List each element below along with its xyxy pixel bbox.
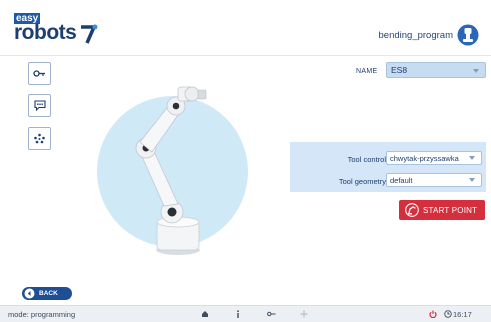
arrow-left-icon: [24, 288, 35, 299]
start-point-label: START POINT: [423, 205, 478, 215]
chat-icon: [33, 100, 46, 111]
back-label: BACK: [39, 290, 58, 297]
chevron-down-icon: [469, 156, 475, 160]
robot-arm-image: [135, 86, 207, 255]
key-tool-button[interactable]: [28, 62, 51, 85]
dots-tool-button[interactable]: [28, 127, 51, 150]
start-point-button[interactable]: START POINT: [399, 200, 485, 220]
logo-robots-text: robots: [14, 21, 77, 44]
plus-icon[interactable]: [299, 309, 309, 319]
info-icon[interactable]: [233, 309, 243, 319]
tool-control-value: chwytak-przyssawka: [390, 154, 459, 163]
tool-geometry-value: default: [390, 176, 413, 185]
name-select[interactable]: ES8: [386, 62, 486, 78]
robot-avatar-icon[interactable]: [457, 24, 479, 46]
power-icon[interactable]: [428, 309, 438, 319]
robot-arm-icon: [405, 203, 419, 217]
program-name: bending_program: [378, 30, 453, 41]
easy-robots-logo: easy robots: [14, 13, 104, 53]
mode-status: mode: programming: [8, 310, 76, 319]
name-label: NAME: [356, 68, 378, 75]
tool-geometry-select[interactable]: default: [386, 173, 482, 187]
dots-icon: [34, 133, 45, 144]
key-icon[interactable]: [266, 309, 276, 319]
clock-icon: [443, 309, 453, 319]
logo-mark-icon: [81, 24, 98, 44]
chat-tool-button[interactable]: [28, 94, 51, 117]
key-icon: [33, 70, 45, 77]
status-bar: mode: programming 16:17: [0, 305, 491, 322]
tool-control-select[interactable]: chwytak-przyssawka: [386, 151, 482, 165]
back-button[interactable]: BACK: [22, 287, 72, 300]
home-icon[interactable]: [200, 309, 210, 319]
clock-time: 16:17: [453, 310, 472, 319]
chevron-down-icon: [469, 178, 475, 182]
header-divider: [0, 55, 491, 56]
tool-control-label: Tool control: [347, 155, 386, 164]
name-select-value: ES8: [391, 65, 408, 75]
tool-geometry-label: Tool geometry: [338, 177, 386, 186]
chevron-down-icon: [473, 69, 479, 73]
